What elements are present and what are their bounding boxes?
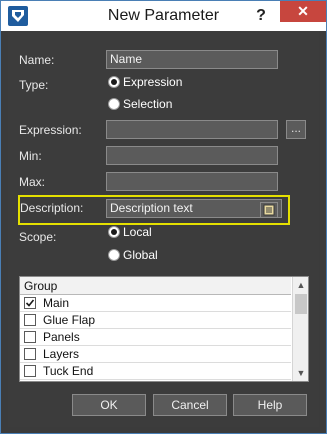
scope-local-label[interactable]: Local — [123, 225, 152, 239]
checkbox[interactable] — [24, 365, 36, 377]
scope-global-label[interactable]: Global — [123, 248, 158, 262]
title-bar[interactable]: New Parameter ? ✕ — [1, 1, 326, 31]
checkbox[interactable] — [24, 331, 36, 343]
description-field[interactable]: Description text — [106, 199, 282, 218]
name-label: Name: — [19, 53, 55, 67]
type-label: Type: — [19, 78, 49, 92]
list-item[interactable]: Panels — [20, 329, 291, 346]
description-label: Description: — [20, 201, 84, 215]
scope-global-radio[interactable] — [108, 249, 120, 261]
scope-label: Scope: — [19, 230, 57, 244]
list-item-label: Tuck End — [43, 364, 94, 378]
cancel-button[interactable]: Cancel — [153, 394, 227, 416]
scroll-up-icon[interactable]: ▲ — [293, 277, 308, 293]
checkbox[interactable] — [24, 314, 36, 326]
vertical-scrollbar[interactable]: ▲ ▼ — [292, 277, 308, 381]
checkbox[interactable] — [24, 348, 36, 360]
type-selection-label[interactable]: Selection — [123, 97, 172, 111]
list-item[interactable]: Layers — [20, 346, 291, 363]
min-field[interactable] — [106, 146, 278, 165]
checkbox[interactable] — [24, 297, 36, 309]
scroll-thumb[interactable] — [295, 294, 307, 314]
list-item-label: Panels — [43, 330, 80, 344]
window-title: New Parameter — [107, 7, 220, 24]
type-selection-radio[interactable] — [108, 98, 120, 110]
list-item-label: Main — [43, 296, 70, 310]
max-field[interactable] — [106, 172, 278, 191]
max-label: Max: — [19, 175, 46, 189]
expression-label: Expression: — [19, 123, 82, 137]
list-item-label: Glue Flap — [43, 313, 96, 327]
group-list[interactable]: Group Main Glue Flap Panels Layers Tuck … — [19, 276, 309, 382]
help-button[interactable]: Help — [233, 394, 307, 416]
min-label: Min: — [19, 149, 42, 163]
scroll-down-icon[interactable]: ▼ — [293, 365, 308, 381]
scope-local-radio[interactable] — [108, 226, 120, 238]
list-item[interactable]: Main — [20, 295, 291, 312]
ok-button[interactable]: OK — [72, 394, 146, 416]
expression-field[interactable] — [106, 120, 278, 139]
close-button[interactable]: ✕ — [280, 1, 326, 22]
list-item-label: Layers — [43, 347, 80, 361]
type-expression-label[interactable]: Expression — [123, 75, 182, 89]
edit-text-icon[interactable] — [260, 202, 278, 218]
name-field[interactable]: Name — [106, 50, 278, 69]
title-help-button[interactable]: ? — [247, 1, 275, 31]
type-expression-radio[interactable] — [108, 76, 120, 88]
list-item[interactable]: Glue Flap — [20, 312, 291, 329]
form-panel: Name: Name Type: Expression Selection Ex… — [8, 31, 319, 427]
expression-browse-button[interactable]: ... — [286, 120, 306, 139]
dialog-window: New Parameter ? ✕ Name: Name Type: Expre… — [0, 0, 327, 434]
list-item[interactable]: Tuck End — [20, 363, 291, 380]
group-list-header[interactable]: Group — [20, 277, 291, 295]
